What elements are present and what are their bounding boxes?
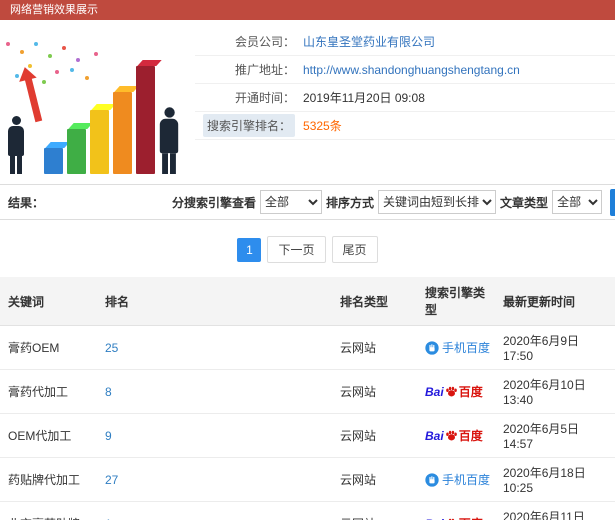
keyword-cell: 膏药OEM bbox=[0, 325, 97, 370]
sort-filter-label: 排序方式 bbox=[326, 195, 375, 210]
rank-cell: 25 bbox=[97, 325, 332, 370]
article-type-select[interactable]: 全部 bbox=[552, 190, 603, 214]
rank-link[interactable]: 27 bbox=[105, 473, 118, 487]
keyword-cell: 北京膏药贴牌 bbox=[0, 501, 97, 520]
member-info-fields: 会员公司： 山东皇圣堂药业有限公司 推广地址： http://www.shand… bbox=[195, 20, 615, 140]
table-row: 膏药代加工 8 云网站 Bai 百度 2020年6月10日 13:40 bbox=[0, 369, 615, 414]
submit-button[interactable]: 提交 bbox=[610, 188, 615, 216]
info-row-url: 推广地址： http://www.shandonghuangshengtang.… bbox=[195, 56, 615, 84]
update-time-cell: 2020年6月18日 10:25 bbox=[495, 457, 615, 502]
header-update-time: 最新更新时间 bbox=[495, 277, 615, 326]
update-time-cell: 2020年6月10日 13:40 bbox=[495, 369, 615, 414]
rank-link[interactable]: 25 bbox=[105, 341, 118, 355]
page-title: 网络营销效果展示 bbox=[10, 4, 98, 16]
baidu-logo-text: Bai bbox=[425, 429, 444, 443]
update-time-cell: 2020年6月11日 11:18 bbox=[495, 501, 615, 520]
member-info-section: 会员公司： 山东皇圣堂药业有限公司 推广地址： http://www.shand… bbox=[0, 20, 615, 184]
rank-link[interactable]: 9 bbox=[105, 429, 112, 443]
mobile-baidu-label: 手机百度 bbox=[442, 473, 491, 487]
baidu-logo-name: 百度 bbox=[458, 429, 483, 443]
bar-darkred bbox=[136, 66, 155, 174]
baidu-logo-text: Bai bbox=[425, 385, 444, 399]
engine-filter-select[interactable]: 全部 bbox=[260, 190, 323, 214]
rank-count-value: 5325条 bbox=[303, 119, 342, 133]
confetti-decoration bbox=[6, 42, 10, 46]
info-row-company: 会员公司： 山东皇圣堂药业有限公司 bbox=[195, 28, 615, 56]
table-header-row: 关键词 排名 排名类型 搜索引擎类型 最新更新时间 bbox=[0, 277, 615, 326]
article-type-label: 文章类型 bbox=[500, 195, 549, 210]
engine-type-cell: Bai 百度 bbox=[417, 413, 495, 458]
open-time-value: 2019年11月20日 09:08 bbox=[303, 91, 425, 105]
baidu-paw-icon bbox=[445, 386, 457, 397]
company-name-link[interactable]: 山东皇圣堂药业有限公司 bbox=[303, 33, 435, 50]
table-row: OEM代加工 9 云网站 Bai 百度 2020年6月5日 14:57 bbox=[0, 413, 615, 458]
page-current[interactable]: 1 bbox=[237, 237, 262, 262]
engine-type-cell: 手机百度 bbox=[417, 325, 495, 370]
filter-bar: 结果： 分搜索引擎查看 全部 排序方式 关键词由短到长排序 文章类型 全部 提交 bbox=[0, 184, 615, 220]
filter-controls: 分搜索引擎查看 全部 排序方式 关键词由短到长排序 文章类型 全部 提交 bbox=[172, 188, 615, 216]
rank-cell: 9 bbox=[97, 413, 332, 458]
company-label: 会员公司： bbox=[234, 35, 295, 49]
rank-cell: 27 bbox=[97, 457, 332, 502]
mobile-baidu-label: 手机百度 bbox=[442, 341, 491, 355]
keyword-rank-table: 关键词 排名 排名类型 搜索引擎类型 最新更新时间 膏药OEM 25 云网站 手机百度… bbox=[0, 277, 615, 520]
bar-green bbox=[67, 129, 86, 174]
rank-type-cell: 云网站 bbox=[332, 457, 417, 502]
table-row: 药贴牌代加工 27 云网站 手机百度 2020年6月18日 10:25 bbox=[0, 457, 615, 502]
mobile-baidu-icon bbox=[425, 473, 439, 487]
baidu-paw-icon bbox=[445, 430, 457, 441]
table-row: 北京膏药贴牌 1 云网站Bai百度2020年6月11日 11:18 bbox=[0, 501, 615, 520]
promo-url-label: 推广地址： bbox=[234, 63, 295, 77]
rank-link[interactable]: 8 bbox=[105, 385, 112, 399]
rank-type-cell: 云网站 bbox=[332, 501, 417, 520]
businessman-right-figure bbox=[155, 107, 183, 174]
rank-cell: 8 bbox=[97, 369, 332, 414]
baidu-logo-name: 百度 bbox=[458, 385, 483, 399]
bar-orange bbox=[113, 92, 132, 174]
update-time-cell: 2020年6月5日 14:57 bbox=[495, 413, 615, 458]
keyword-cell: 膏药代加工 bbox=[0, 369, 97, 414]
mobile-baidu-icon bbox=[425, 341, 439, 355]
engine-filter-label: 分搜索引擎查看 bbox=[172, 195, 257, 210]
table-row: 膏药OEM 25 云网站 手机百度 2020年6月9日 17:50 bbox=[0, 325, 615, 370]
info-row-open-time: 开通时间： 2019年11月20日 09:08 bbox=[195, 84, 615, 112]
rank-count-label: 搜索引擎排名： bbox=[203, 114, 296, 137]
info-row-rank-count: 搜索引擎排名： 5325条 bbox=[195, 112, 615, 140]
rank-cell: 1 bbox=[97, 501, 332, 520]
keyword-cell: 药贴牌代加工 bbox=[0, 457, 97, 502]
engine-type-cell: 手机百度 bbox=[417, 457, 495, 502]
page-title-bar: 网络营销效果展示 bbox=[0, 0, 615, 20]
rank-link[interactable]: 1 bbox=[105, 517, 112, 520]
header-keyword: 关键词 bbox=[0, 277, 97, 326]
pagination: 1 下一页 尾页 bbox=[0, 236, 615, 263]
header-engine-type: 搜索引擎类型 bbox=[417, 277, 495, 326]
engine-type-cell: Bai 百度 bbox=[417, 369, 495, 414]
open-time-label: 开通时间： bbox=[234, 91, 295, 105]
last-page-button[interactable]: 尾页 bbox=[331, 236, 378, 263]
bar-yellow bbox=[90, 110, 109, 174]
promo-url-link[interactable]: http://www.shandonghuangshengtang.cn bbox=[303, 63, 520, 77]
result-label: 结果： bbox=[8, 195, 45, 210]
bar-chart-graphic bbox=[44, 66, 155, 174]
table-body: 膏药OEM 25 云网站 手机百度 2020年6月9日 17:50 膏药代加工 8 云网站 Ba… bbox=[0, 325, 615, 520]
header-rank: 排名 bbox=[97, 277, 332, 326]
engine-type-cell: Bai百度 bbox=[417, 501, 495, 520]
bar-blue bbox=[44, 148, 63, 174]
rank-type-cell: 云网站 bbox=[332, 413, 417, 458]
keyword-cell: OEM代加工 bbox=[0, 413, 97, 458]
sort-filter-select[interactable]: 关键词由短到长排序 bbox=[378, 190, 497, 214]
businessman-left-figure bbox=[4, 116, 28, 174]
marketing-chart-illustration bbox=[0, 24, 195, 180]
next-page-button[interactable]: 下一页 bbox=[267, 236, 326, 263]
header-rank-type: 排名类型 bbox=[332, 277, 417, 326]
rank-type-cell: 云网站 bbox=[332, 325, 417, 370]
update-time-cell: 2020年6月9日 17:50 bbox=[495, 325, 615, 370]
rank-type-cell: 云网站 bbox=[332, 369, 417, 414]
